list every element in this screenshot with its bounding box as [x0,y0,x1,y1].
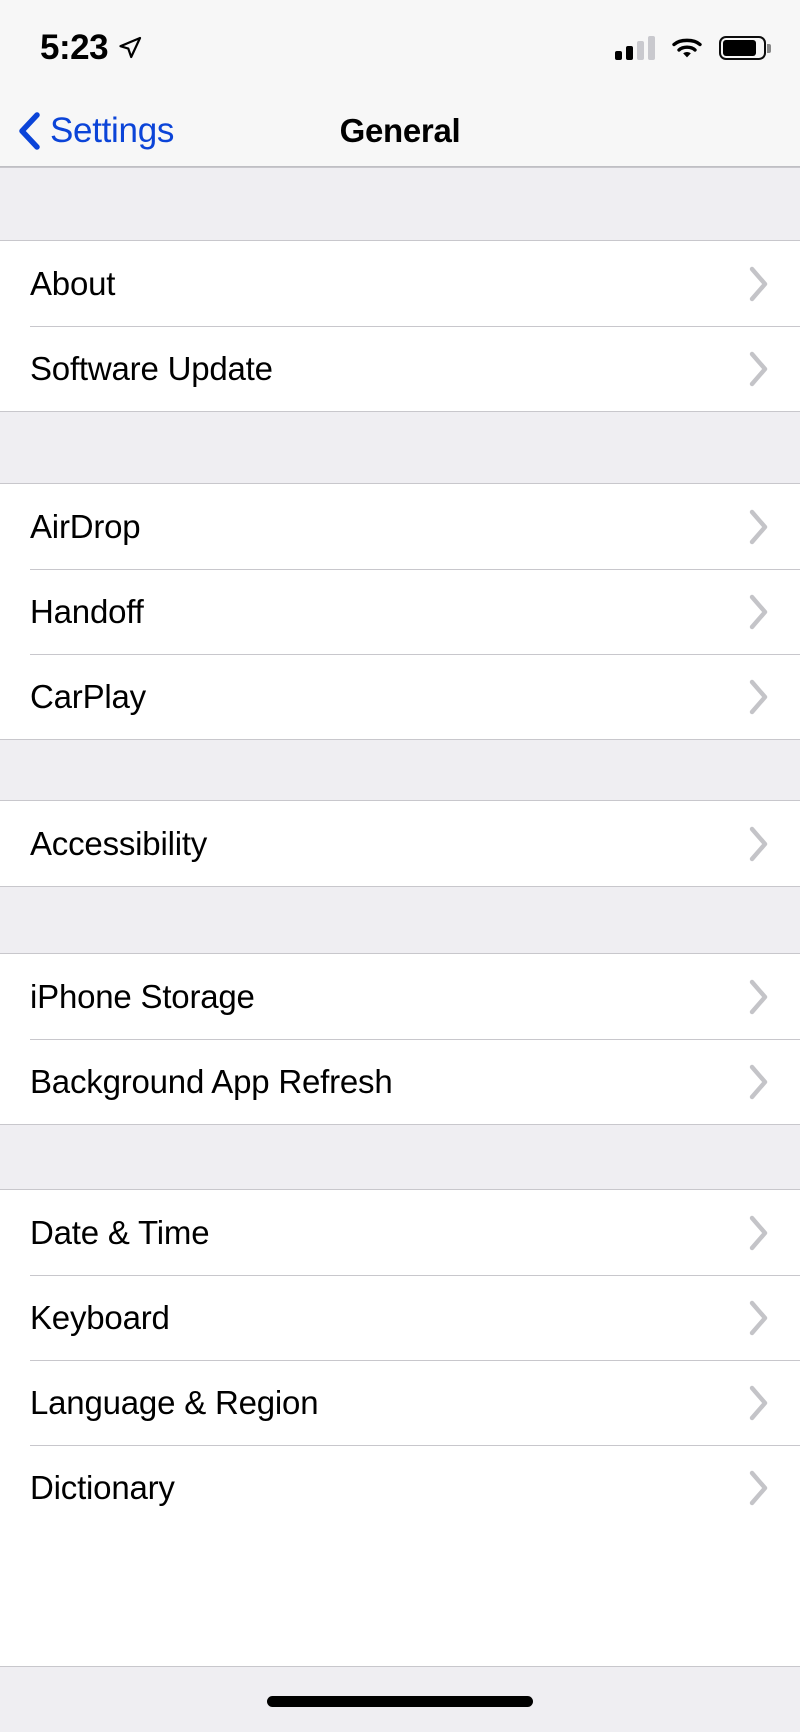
row-label: AirDrop [30,508,141,545]
list-item-date-and-time[interactable]: Date & Time [0,1190,800,1275]
row-label: About [30,265,116,302]
chevron-right-icon [748,508,770,546]
list-item-airdrop[interactable]: AirDrop [0,484,800,569]
iphone-settings-general-screen: 5:23 Settings General About Software Upd… [0,0,800,1732]
back-button-settings[interactable]: Settings [0,111,174,151]
list-item-iphone-storage[interactable]: iPhone Storage [0,954,800,1039]
list-item-keyboard[interactable]: Keyboard [0,1275,800,1360]
section-gap [0,167,800,241]
row-label: Dictionary [30,1469,175,1506]
chevron-right-icon [748,350,770,388]
row-label: Language & Region [30,1384,319,1421]
chevron-right-icon [748,678,770,716]
list-item-accessibility[interactable]: Accessibility [0,801,800,886]
chevron-right-icon [748,1469,770,1507]
row-label: Background App Refresh [30,1063,393,1100]
list-item-background-app-refresh[interactable]: Background App Refresh [0,1039,800,1124]
section-continuity: AirDrop Handoff CarPlay [0,484,800,739]
section-gap [0,1124,800,1190]
section-system: About Software Update [0,241,800,411]
status-bar-left: 5:23 [40,30,142,65]
row-label: Software Update [30,350,273,387]
row-label: iPhone Storage [30,978,255,1015]
chevron-right-icon [748,593,770,631]
section-accessibility: Accessibility [0,801,800,886]
cellular-signal-icon [615,35,655,60]
row-label: Date & Time [30,1214,210,1251]
row-label: Accessibility [30,825,208,862]
status-bar-clock: 5:23 [40,28,109,67]
list-item-dictionary[interactable]: Dictionary [0,1445,800,1530]
list-item-handoff[interactable]: Handoff [0,569,800,654]
chevron-right-icon [748,1214,770,1252]
wifi-icon [671,36,703,60]
chevron-right-icon [748,1063,770,1101]
row-label: Keyboard [30,1299,170,1336]
home-indicator-bar[interactable] [267,1696,533,1707]
list-item-carplay[interactable]: CarPlay [0,654,800,739]
section-localization: Date & Time Keyboard Language & Region D… [0,1190,800,1530]
chevron-right-icon [748,1299,770,1337]
settings-table: About Software Update AirDrop Handoff Ca… [0,167,800,1530]
section-storage: iPhone Storage Background App Refresh [0,954,800,1124]
section-gap [0,411,800,484]
home-indicator-area [0,1666,800,1732]
chevron-left-icon [16,111,42,151]
location-arrow-icon [118,36,142,60]
status-bar: 5:23 [0,0,800,95]
chevron-right-icon [748,1384,770,1422]
list-item-language-and-region[interactable]: Language & Region [0,1360,800,1445]
list-item-about[interactable]: About [0,241,800,326]
battery-icon [719,35,771,60]
chevron-right-icon [748,825,770,863]
row-label: Handoff [30,593,144,630]
section-gap [0,739,800,801]
chevron-right-icon [748,265,770,303]
navigation-bar: Settings General [0,95,800,167]
back-button-label: Settings [50,111,175,150]
list-item-software-update[interactable]: Software Update [0,326,800,411]
status-bar-right [615,35,771,60]
row-label: CarPlay [30,678,146,715]
chevron-right-icon [748,978,770,1016]
section-gap [0,886,800,954]
